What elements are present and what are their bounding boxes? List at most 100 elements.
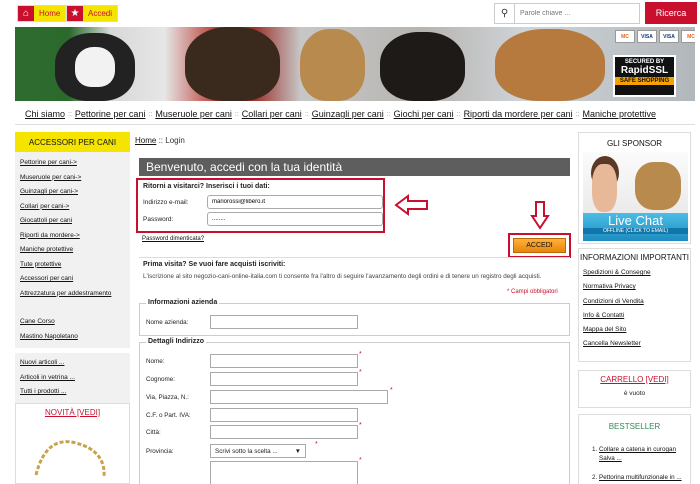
- sidebar-item[interactable]: Nuovi articoli ...: [20, 356, 125, 371]
- chain-collar-image: [34, 440, 106, 478]
- sidebar-item[interactable]: Mastino Napoletano: [20, 330, 125, 345]
- required-note: * Campi obbligatori: [507, 289, 558, 295]
- info-link[interactable]: Spedizioni & Consegne: [579, 266, 690, 280]
- city-label: Città:: [146, 428, 161, 436]
- city-field[interactable]: [210, 425, 358, 439]
- dog-image: [380, 32, 465, 101]
- sidebar-item[interactable]: Collari per cani->: [20, 200, 125, 215]
- nav-item-pettorine[interactable]: Pettorine per cani: [75, 109, 146, 119]
- sidebar-item[interactable]: Pettorine per cani->: [20, 156, 125, 171]
- chevron-down-icon: ▼: [294, 447, 301, 455]
- company-field[interactable]: [210, 315, 358, 329]
- extra-list: Nuovi articoli ... Articoli in vetrina .…: [15, 353, 130, 403]
- breadcrumb-home[interactable]: Home: [135, 136, 156, 145]
- info-link[interactable]: Normativa Privacy: [579, 280, 690, 294]
- accedi-submit-button[interactable]: ACCEDI: [513, 238, 566, 253]
- left-sidebar: ACCESSORI PER CANI Pettorine per cani-> …: [15, 132, 130, 403]
- nav-item-collari[interactable]: Collari per cani: [242, 109, 302, 119]
- cart-status: è vuoto: [623, 390, 646, 397]
- accedi-button[interactable]: ★ Accedi: [66, 5, 119, 22]
- surname-field[interactable]: [210, 372, 358, 386]
- forgot-password-link[interactable]: Password dimenticata?: [142, 236, 204, 242]
- vat-field[interactable]: [210, 408, 358, 422]
- nav-item-giochi[interactable]: Giochi per cani: [394, 109, 454, 119]
- required-mark: *: [315, 441, 318, 448]
- home-button[interactable]: ⌂ Home: [17, 5, 67, 22]
- info-link[interactable]: Cancella Newsletter: [579, 337, 690, 351]
- sidebar-item[interactable]: Guinzagli per cani->: [20, 185, 125, 200]
- email-row: Indirizzo e-mail:: [143, 195, 383, 209]
- page: ⌂ Home ★ Accedi ⚲ Ricerca MC VISA VISA M…: [0, 0, 700, 484]
- sidebar-item[interactable]: Tutti i prodotti ...: [20, 385, 125, 400]
- surname-row: Cognome:: [146, 372, 358, 386]
- info-link[interactable]: Info & Contatti: [579, 309, 690, 323]
- nav-item-museruole[interactable]: Museruole per cani: [155, 109, 232, 119]
- live-chat-banner[interactable]: Live Chat OFFLINE (CLICK TO EMAIL): [583, 152, 688, 241]
- name-field[interactable]: [210, 354, 358, 368]
- live-chat-button[interactable]: Live Chat OFFLINE (CLICK TO EMAIL): [583, 213, 688, 241]
- breadcrumb-current: Login: [165, 136, 185, 145]
- sponsor-title: GLI SPONSOR: [606, 139, 663, 148]
- sidebar-item[interactable]: Maniche protettive: [20, 243, 125, 258]
- province-select-value: Scrivi sotto la scelta ...: [215, 447, 278, 455]
- search-input[interactable]: [515, 4, 639, 23]
- nav-item-maniche[interactable]: Maniche protettive: [583, 109, 657, 119]
- sidebar-item[interactable]: Cane Corso: [20, 315, 125, 330]
- info-title: INFORMAZIONI IMPORTANTI: [579, 253, 690, 262]
- street-label: Via, Piazza, N.:: [146, 393, 189, 401]
- company-label: Nome azienda:: [146, 318, 189, 326]
- main-nav: Chi siamo:: Pettorine per cani:: Museruo…: [25, 107, 695, 121]
- ssl-safe: SAFE SHOPPING: [615, 77, 674, 85]
- sidebar-item[interactable]: Attrezzatura per addestramento: [20, 287, 125, 302]
- street-field[interactable]: [210, 390, 388, 404]
- left-arrow-icon: [394, 194, 428, 216]
- register-heading: Prima visita? Se vuoi fare acquisti iscr…: [143, 261, 286, 268]
- ssl-secured: SECURED BY: [624, 59, 665, 65]
- sidebar-item[interactable]: Museruole per cani->: [20, 171, 125, 186]
- info-link[interactable]: Mappa del Sito: [579, 323, 690, 337]
- nav-separator: ::: [304, 110, 309, 118]
- cart-link[interactable]: CARRELLO [VEDI]: [579, 375, 690, 384]
- info-link[interactable]: Condizioni di Vendita: [579, 295, 690, 309]
- nav-separator: ::: [148, 110, 153, 118]
- nav-item-guinzagli[interactable]: Guinzagli per cani: [312, 109, 384, 119]
- required-mark: *: [390, 387, 393, 394]
- maestro-icon: MC: [681, 30, 695, 43]
- novita-link[interactable]: NOVITÀ [VEDI]: [16, 408, 129, 417]
- sidebar-item[interactable]: Articoli in vetrina ...: [20, 371, 125, 386]
- dog-image: [185, 27, 280, 101]
- ssl-brand: RapidSSL: [620, 65, 669, 76]
- accedi-label: Accedi: [83, 6, 118, 21]
- nav-item-riporti[interactable]: Riporti da mordere per cani: [464, 109, 573, 119]
- search-icon[interactable]: ⚲: [495, 4, 515, 23]
- breadcrumb: Home :: Login: [135, 136, 185, 145]
- visa-electron-icon: VISA: [659, 30, 679, 43]
- sidebar-item[interactable]: Tute protettive: [20, 258, 125, 273]
- home-label: Home: [34, 6, 66, 21]
- home-icon: ⌂: [18, 6, 34, 21]
- nav-item-chi-siamo[interactable]: Chi siamo: [25, 109, 65, 119]
- province-list[interactable]: [210, 461, 358, 484]
- street-row: Via, Piazza, N.:: [146, 390, 388, 404]
- search-box: ⚲: [494, 3, 640, 24]
- vat-label: C.F. o Part. IVA:: [146, 411, 191, 419]
- sidebar-item[interactable]: Riporti da mordere->: [20, 229, 125, 244]
- accedi-highlight: ACCEDI: [508, 233, 571, 258]
- sidebar-item[interactable]: Accessori per cani: [20, 272, 125, 287]
- password-label: Password:: [143, 215, 174, 223]
- register-text: L'iscrizione al sito negozio-cani-online…: [143, 273, 542, 280]
- email-field[interactable]: [207, 195, 383, 209]
- login-heading: Ritorni a visitarci? Inserisci i tuoi da…: [143, 183, 270, 190]
- login-box: Ritorni a visitarci? Inserisci i tuoi da…: [136, 178, 385, 233]
- down-arrow-icon: [530, 201, 550, 230]
- search-button[interactable]: Ricerca: [645, 2, 697, 24]
- info-box: INFORMAZIONI IMPORTANTI Spedizioni & Con…: [578, 248, 691, 362]
- nav-separator: ::: [234, 110, 239, 118]
- bestseller-link[interactable]: Pettorina multifunzionale in ...: [599, 474, 682, 481]
- bestseller-link[interactable]: Collare a catena in curogan Salva ...: [599, 446, 676, 462]
- dog-image: [495, 29, 605, 101]
- live-chat-label: Live Chat: [608, 213, 663, 228]
- password-field[interactable]: [207, 212, 383, 226]
- province-select[interactable]: Scrivi sotto la scelta ... ▼: [210, 444, 306, 458]
- sidebar-item[interactable]: Giocattoli per cani: [20, 214, 125, 229]
